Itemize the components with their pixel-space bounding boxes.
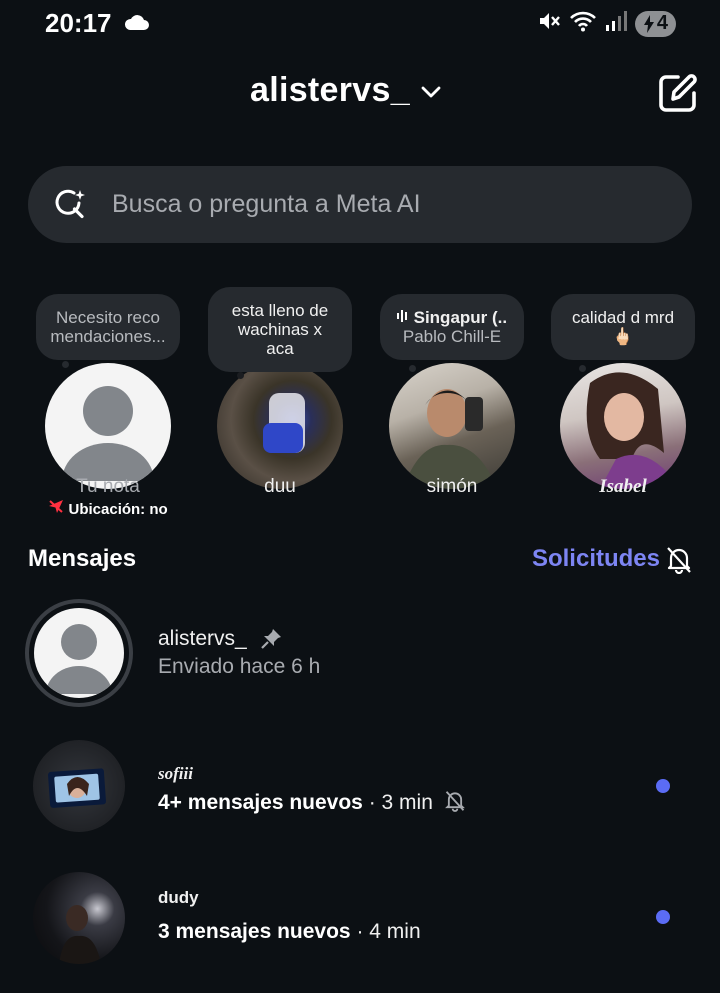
thread-row[interactable]: dudy 3 mensajes nuevos · 4 min bbox=[0, 862, 720, 972]
unread-indicator bbox=[656, 779, 670, 793]
thread-status: 3 mensajes nuevos · 4 min bbox=[158, 920, 421, 944]
avatar-with-ring[interactable] bbox=[25, 599, 133, 707]
separator: · bbox=[350, 920, 370, 943]
bubble-tail bbox=[579, 365, 586, 372]
avatar[interactable] bbox=[560, 363, 686, 489]
pin-icon bbox=[260, 628, 282, 655]
bubble-tail bbox=[62, 361, 69, 368]
avatar[interactable] bbox=[45, 363, 171, 489]
notes-row: Necesito reco mendaciones... Tu nota Ubi… bbox=[0, 285, 720, 525]
bell-off-icon[interactable] bbox=[666, 546, 692, 579]
new-message-icon[interactable] bbox=[656, 71, 700, 120]
charging-icon bbox=[643, 14, 654, 33]
battery-indicator: 4 bbox=[634, 10, 676, 37]
thread-status: 4+ mensajes nuevos · 3 min bbox=[158, 790, 465, 818]
chevron-down-icon[interactable] bbox=[420, 81, 442, 108]
requests-link[interactable]: Solicitudes bbox=[532, 545, 660, 573]
note-bubble[interactable]: esta lleno de wachinas x aca bbox=[208, 287, 352, 372]
note-text: aca bbox=[266, 339, 294, 358]
note-bubble[interactable]: calidad d mrd 🖕🏻 bbox=[551, 294, 695, 360]
note-emoji: 🖕🏻 bbox=[612, 327, 634, 346]
note-name: simón bbox=[426, 476, 478, 497]
account-switcher[interactable]: alistervs_ bbox=[250, 71, 410, 110]
note-text: Necesito reco bbox=[56, 308, 160, 327]
header: alistervs_ bbox=[0, 65, 720, 119]
wifi-icon bbox=[569, 10, 597, 37]
thread-time: 3 min bbox=[381, 791, 433, 814]
location-text: Ubicación: no bbox=[68, 501, 168, 518]
avatar[interactable] bbox=[33, 872, 125, 964]
new-messages-count: 3 mensajes nuevos bbox=[158, 920, 351, 943]
messages-title: Mensajes bbox=[28, 545, 137, 572]
note-name: Tu nota bbox=[76, 476, 140, 497]
meta-ai-search-icon bbox=[54, 188, 86, 225]
thread-name: alistervs_ bbox=[158, 627, 247, 650]
mute-icon bbox=[537, 10, 561, 37]
note-text: calidad d mrd bbox=[571, 308, 675, 327]
bubble-tail bbox=[409, 365, 416, 372]
thread-time: 4 min bbox=[369, 920, 421, 943]
avatar[interactable] bbox=[217, 363, 343, 489]
note-text: wachinas x bbox=[237, 320, 323, 339]
muted-bell-icon bbox=[444, 790, 465, 818]
music-icon bbox=[396, 308, 414, 327]
search-input[interactable]: Busca o pregunta a Meta AI bbox=[112, 190, 421, 219]
note-bubble[interactable]: Necesito reco mendaciones... bbox=[36, 294, 180, 360]
location-off-icon bbox=[48, 500, 68, 518]
signal-icon bbox=[605, 10, 627, 37]
cloud-icon bbox=[123, 13, 149, 36]
thread-name: dudy bbox=[158, 888, 199, 907]
music-note-bubble[interactable]: Singapur (.. Pablo Chill-E bbox=[380, 294, 524, 360]
note-text: esta lleno de bbox=[231, 301, 329, 320]
note-friend[interactable]: esta lleno de wachinas x aca duu bbox=[200, 285, 360, 525]
thread-name: sofiii bbox=[158, 764, 193, 783]
note-name: Isabel bbox=[599, 476, 647, 497]
avatar[interactable] bbox=[389, 363, 515, 489]
music-artist: Pablo Chill-E bbox=[402, 327, 502, 346]
location-status[interactable]: Ubicación: no bbox=[28, 499, 188, 518]
unread-indicator bbox=[656, 910, 670, 924]
separator: · bbox=[362, 791, 382, 814]
note-text: mendaciones... bbox=[50, 327, 166, 346]
note-own[interactable]: Necesito reco mendaciones... Tu nota Ubi… bbox=[28, 285, 188, 525]
thread-row[interactable]: alistervs_ Enviado hace 6 h bbox=[0, 597, 720, 707]
search-bar[interactable]: Busca o pregunta a Meta AI bbox=[28, 166, 692, 243]
thread-status: Enviado hace 6 h bbox=[158, 655, 321, 678]
status-bar: 20:17 4 bbox=[0, 0, 720, 50]
messages-header: Mensajes Solicitudes bbox=[28, 543, 692, 577]
note-name: duu bbox=[264, 476, 296, 497]
bubble-tail bbox=[237, 372, 244, 379]
battery-level: 4 bbox=[656, 12, 668, 34]
avatar[interactable] bbox=[33, 740, 125, 832]
note-friend[interactable]: Singapur (.. Pablo Chill-E simón bbox=[372, 285, 532, 525]
status-time: 20:17 bbox=[45, 8, 112, 38]
new-messages-count: 4+ mensajes nuevos bbox=[158, 791, 363, 814]
music-title: Singapur (.. bbox=[413, 308, 508, 327]
thread-row[interactable]: sofiii 4+ mensajes nuevos · 3 min bbox=[0, 730, 720, 840]
note-friend[interactable]: calidad d mrd 🖕🏻 Isabel bbox=[543, 285, 703, 525]
